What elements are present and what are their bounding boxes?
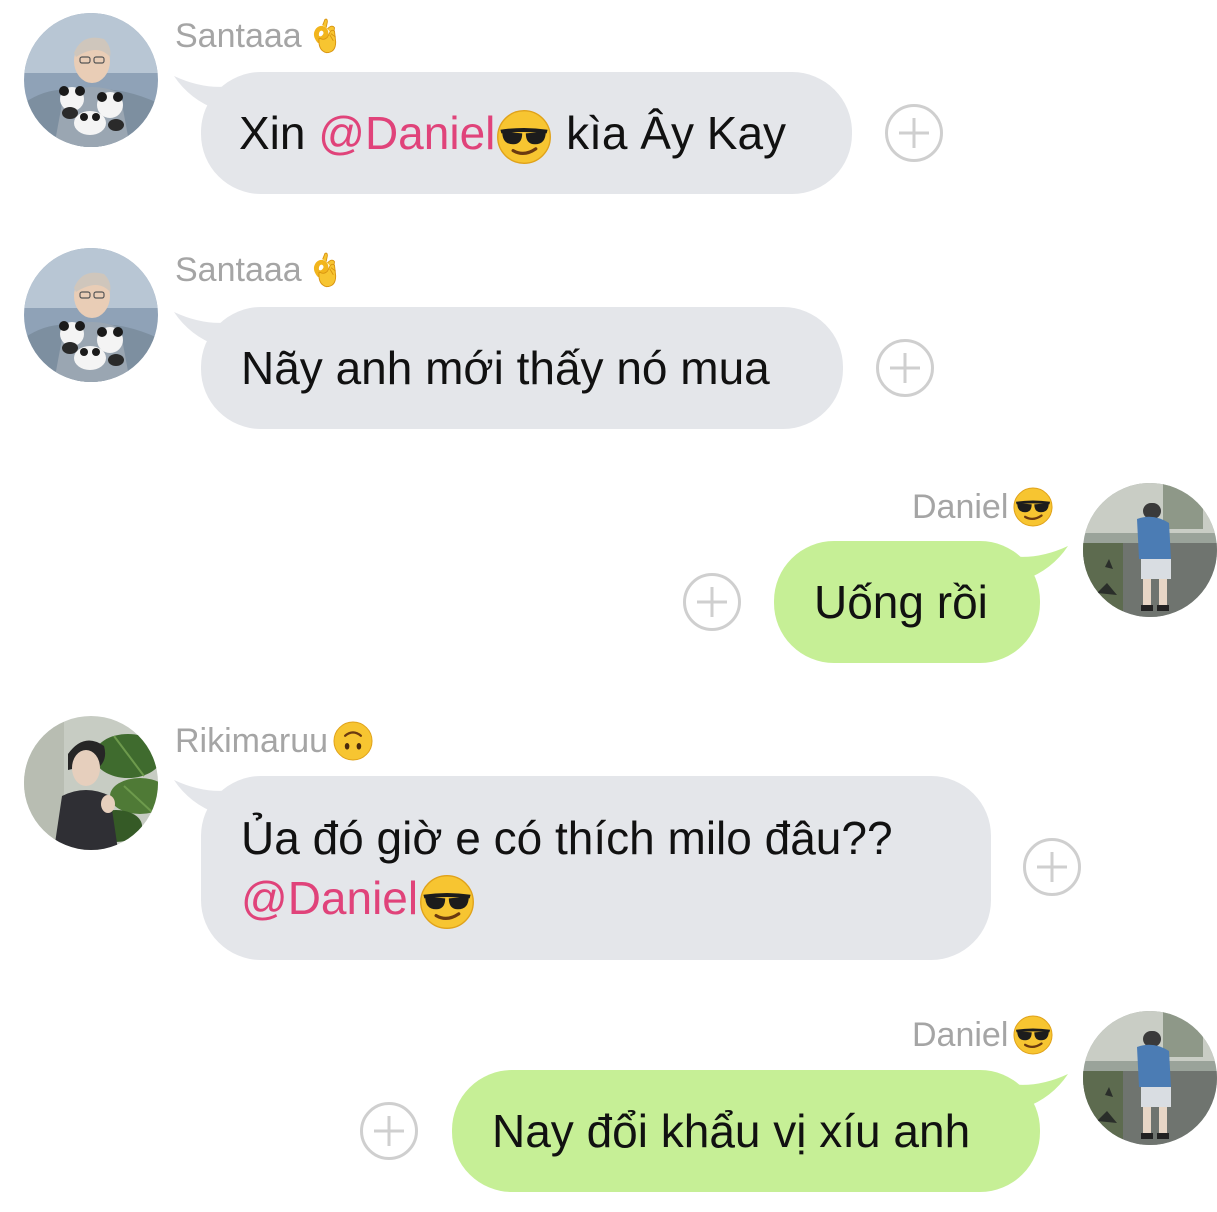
sender-label: Daniel xyxy=(912,1016,1009,1054)
ok-hand-emoji-icon xyxy=(306,17,344,55)
sender-name: Santaaa xyxy=(175,250,344,290)
message-bubble[interactable]: Xin @Daniel kìa Ây Kay xyxy=(201,72,852,194)
sender-name: Santaaa xyxy=(175,16,344,56)
add-reaction-button[interactable] xyxy=(360,1102,418,1160)
mention-link[interactable]: @Daniel xyxy=(241,872,418,924)
message-1: Santaaa Xin @Daniel kìa Ây Kay xyxy=(0,0,1217,210)
message-text: Ủa đó giờ e có thích milo đâu?? xyxy=(241,812,893,864)
avatar[interactable] xyxy=(1083,1011,1217,1145)
chat-thread: Santaaa Xin @Daniel kìa Ây Kay Santaaa N xyxy=(0,0,1217,1212)
sunglasses-emoji-icon xyxy=(1012,1014,1054,1056)
message-bubble[interactable]: Uống rồi xyxy=(774,541,1040,663)
sender-name: Daniel xyxy=(912,1014,1054,1056)
message-bubble[interactable]: Ủa đó giờ e có thích milo đâu?? @Daniel xyxy=(201,776,991,960)
ok-hand-emoji-icon xyxy=(306,251,344,289)
sender-name: Rikimaruu xyxy=(175,720,374,762)
message-text: Nay đổi khẩu vị xíu anh xyxy=(492,1105,971,1157)
add-reaction-button[interactable] xyxy=(1023,838,1081,896)
sunglasses-emoji-icon xyxy=(418,873,476,931)
avatar[interactable] xyxy=(24,716,158,850)
message-text: Xin xyxy=(239,107,319,159)
message-text: Nãy anh mới thấy nó mua xyxy=(241,342,770,394)
add-reaction-button[interactable] xyxy=(885,104,943,162)
message-text: kìa Ây Kay xyxy=(553,107,787,159)
message-2: Santaaa Nãy anh mới thấy nó mua xyxy=(0,236,1217,446)
add-reaction-button[interactable] xyxy=(876,339,934,397)
add-reaction-button[interactable] xyxy=(683,573,741,631)
message-bubble[interactable]: Nãy anh mới thấy nó mua xyxy=(201,307,843,429)
sunglasses-emoji-icon xyxy=(1012,486,1054,528)
avatar[interactable] xyxy=(1083,483,1217,617)
sender-name: Daniel xyxy=(912,486,1054,528)
avatar[interactable] xyxy=(24,13,158,147)
upside-down-face-emoji-icon xyxy=(332,720,374,762)
sender-label: Santaaa xyxy=(175,251,302,289)
sender-label: Daniel xyxy=(912,488,1009,526)
message-bubble[interactable]: Nay đổi khẩu vị xíu anh xyxy=(452,1070,1040,1192)
sender-label: Rikimaruu xyxy=(175,722,329,760)
message-3: Daniel Uống rồi xyxy=(0,470,1217,680)
mention-link[interactable]: @Daniel xyxy=(318,107,495,159)
avatar[interactable] xyxy=(24,248,158,382)
sender-label: Santaaa xyxy=(175,17,302,55)
message-4: Rikimaruu Ủa đó giờ e có thích milo đâu?… xyxy=(0,704,1217,974)
message-text: Uống rồi xyxy=(814,576,988,628)
message-5: Daniel Nay đổi khẩu vị xíu anh xyxy=(0,998,1217,1212)
sunglasses-emoji-icon xyxy=(495,108,553,166)
